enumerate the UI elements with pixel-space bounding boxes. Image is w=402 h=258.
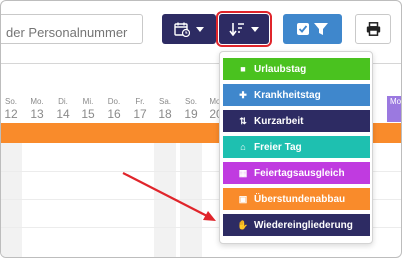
annotation-arrow-icon bbox=[122, 172, 216, 221]
app-frame: So.12 Mo.13 Di.14 Mi.15 Do.16 Fr.17 Sa.1… bbox=[0, 0, 402, 258]
